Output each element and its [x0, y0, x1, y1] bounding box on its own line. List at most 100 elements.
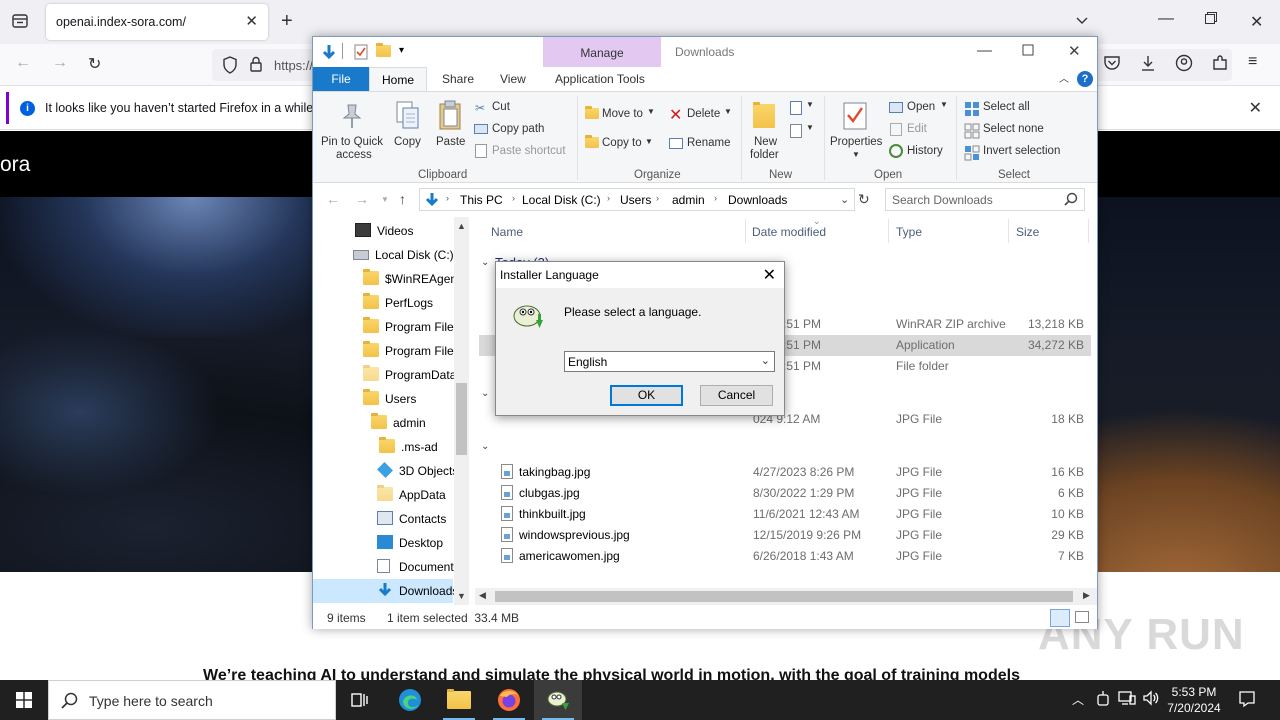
browser-tab[interactable]: openai.index-sora.com/ ✕: [46, 4, 268, 40]
new-folder-icon[interactable]: [753, 102, 775, 128]
address-dropdown-icon[interactable]: ⌄: [840, 193, 849, 206]
easy-access-dropdown-icon[interactable]: ▼: [806, 123, 814, 132]
invert-selection-label[interactable]: Invert selection: [983, 145, 1060, 157]
taskbar-app-explorer[interactable]: [435, 680, 483, 720]
scroll-left-icon[interactable]: ◀: [479, 590, 486, 601]
cancel-button[interactable]: Cancel: [700, 385, 773, 406]
breadcrumb-item[interactable]: admin: [672, 193, 705, 207]
move-to-dropdown-icon[interactable]: ▼: [647, 107, 655, 116]
scroll-down-icon[interactable]: ▼: [457, 591, 466, 601]
new-folder-small-icon[interactable]: [376, 43, 391, 57]
history-icon[interactable]: [889, 144, 903, 158]
history-label[interactable]: History: [907, 145, 943, 157]
open-dropdown-icon[interactable]: ▼: [940, 100, 948, 109]
open-icon[interactable]: [889, 102, 903, 113]
copy-to-label[interactable]: Copy to: [602, 137, 642, 149]
manage-context-tab[interactable]: Manage: [543, 37, 661, 67]
table-row[interactable]: americawomen.jpg 6/26/2018 1:43 AM JPG F…: [479, 546, 1091, 567]
close-window-icon[interactable]: ✕: [1250, 12, 1263, 32]
network-icon[interactable]: [1118, 690, 1136, 709]
group-chevron-icon[interactable]: ⌄: [481, 257, 489, 268]
account-icon[interactable]: [1175, 54, 1193, 77]
table-row[interactable]: windowsprevious.jpg 12/15/2019 9:26 PM J…: [479, 525, 1091, 546]
taskbar-app-firefox[interactable]: [485, 680, 533, 720]
address-bar[interactable]: › This PC › Local Disk (C:) › Users › ad…: [419, 188, 855, 211]
language-select[interactable]: English ⌄: [564, 351, 775, 372]
taskbar-app-edge[interactable]: [386, 680, 434, 720]
select-all-label[interactable]: Select all: [983, 101, 1030, 113]
open-label[interactable]: Open: [907, 101, 935, 113]
table-row[interactable]: thinkbuilt.jpg 11/6/2021 12:43 AM JPG Fi…: [479, 504, 1091, 525]
close-notification-icon[interactable]: ✕: [1249, 98, 1262, 118]
tab-file[interactable]: File: [313, 67, 369, 91]
help-icon[interactable]: ?: [1077, 71, 1093, 87]
delete-label[interactable]: Delete: [687, 108, 720, 120]
rename-icon[interactable]: [669, 138, 683, 149]
details-view-icon[interactable]: [1050, 609, 1070, 627]
refresh-icon[interactable]: ↻: [858, 191, 870, 208]
select-none-label[interactable]: Select none: [983, 123, 1044, 135]
scroll-right-icon[interactable]: ▶: [1083, 590, 1090, 601]
close-tab-icon[interactable]: ✕: [245, 12, 258, 30]
new-item-icon[interactable]: [790, 101, 802, 115]
maximize-icon[interactable]: [1022, 43, 1034, 60]
close-icon[interactable]: ✕: [763, 265, 776, 285]
collapse-ribbon-icon[interactable]: ︿: [1059, 70, 1069, 85]
back-icon[interactable]: ←: [15, 54, 31, 72]
group-chevron-icon[interactable]: ⌄: [481, 441, 489, 452]
large-icons-view-icon[interactable]: [1075, 611, 1089, 623]
column-header-type[interactable]: Type: [896, 225, 922, 239]
column-header-name[interactable]: Name: [491, 225, 523, 239]
pocket-icon[interactable]: [1103, 55, 1121, 76]
start-button[interactable]: [0, 680, 48, 720]
delete-icon[interactable]: ✕: [669, 105, 682, 125]
paste-label[interactable]: Paste: [436, 136, 465, 148]
new-item-dropdown-icon[interactable]: ▼: [806, 100, 814, 109]
back-icon[interactable]: ←: [326, 191, 340, 207]
move-to-icon[interactable]: [585, 106, 599, 119]
table-row[interactable]: clubgas.jpg 8/30/2022 1:29 PM JPG File 6…: [479, 483, 1091, 504]
scroll-thumb[interactable]: [495, 591, 1073, 602]
list-scrollbar[interactable]: ◀ ▶: [475, 588, 1097, 605]
tab-share[interactable]: Share: [442, 72, 474, 86]
chevron-down-icon[interactable]: ⌄: [761, 354, 770, 367]
easy-access-icon[interactable]: [790, 124, 802, 138]
properties-small-icon[interactable]: [354, 44, 368, 63]
quick-access-down-icon[interactable]: [321, 44, 337, 63]
properties-icon[interactable]: [842, 101, 868, 134]
task-view-button[interactable]: [336, 680, 384, 720]
new-folder-label-2[interactable]: folder: [750, 149, 779, 161]
copy-label[interactable]: Copy: [394, 136, 421, 148]
close-icon[interactable]: ✕: [1068, 42, 1081, 60]
forward-icon[interactable]: →: [52, 54, 68, 72]
taskbar-search-input[interactable]: Type here to search: [48, 680, 336, 720]
scroll-thumb[interactable]: [456, 383, 467, 455]
scroll-up-icon[interactable]: ▲: [457, 221, 466, 231]
tab-list-icon[interactable]: [11, 12, 29, 35]
search-input[interactable]: Search Downloads: [885, 188, 1085, 211]
lock-icon[interactable]: [249, 56, 263, 75]
minimize-icon[interactable]: —: [977, 42, 992, 59]
notifications-icon[interactable]: [1238, 690, 1256, 711]
taskbar-app-installer[interactable]: [534, 680, 582, 720]
volume-icon[interactable]: [1142, 690, 1160, 709]
copy-to-dropdown-icon[interactable]: ▼: [645, 137, 653, 146]
copy-path-icon[interactable]: [474, 124, 488, 134]
new-tab-icon[interactable]: +: [281, 10, 293, 33]
select-all-icon[interactable]: [964, 101, 980, 120]
column-header-size[interactable]: Size: [1016, 225, 1039, 239]
network-usb-icon[interactable]: [1096, 690, 1110, 709]
invert-selection-icon[interactable]: [964, 145, 980, 164]
rename-label[interactable]: Rename: [687, 137, 730, 149]
menu-icon[interactable]: ≡: [1248, 53, 1257, 71]
ok-button[interactable]: OK: [610, 385, 683, 406]
restore-icon[interactable]: [1204, 11, 1218, 30]
nav-scrollbar[interactable]: ▲ ▼: [454, 217, 469, 605]
properties-label[interactable]: Properties: [830, 136, 882, 148]
tab-application-tools[interactable]: Application Tools: [555, 72, 645, 86]
column-header-date[interactable]: Date modified: [752, 225, 826, 239]
recent-locations-icon[interactable]: ▼: [381, 195, 389, 204]
forward-icon[interactable]: →: [355, 191, 369, 207]
show-hidden-icons-icon[interactable]: ︿: [1072, 691, 1084, 708]
search-icon[interactable]: [1064, 192, 1078, 209]
